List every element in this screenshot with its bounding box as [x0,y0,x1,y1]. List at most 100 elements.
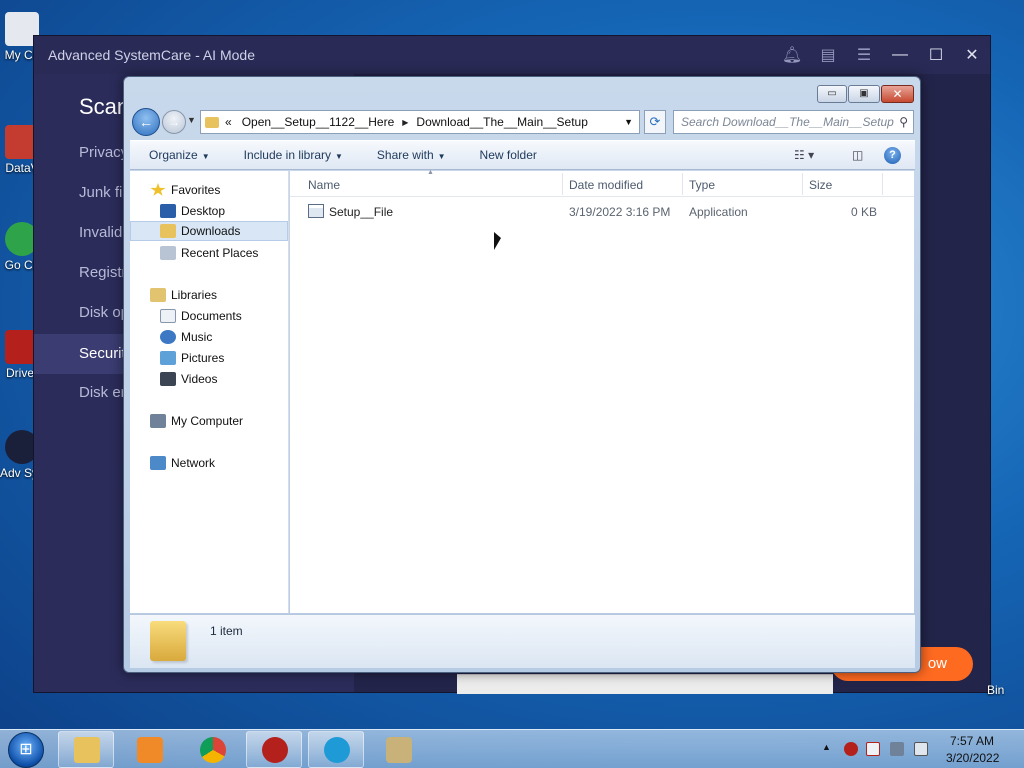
nav-desktop[interactable]: Desktop [130,201,288,221]
start-button[interactable]: ⊞ [8,732,44,768]
breadcrumb-item[interactable]: Download__The__Main__Setup [416,115,587,129]
nav-videos[interactable]: Videos [130,369,288,389]
asc-side-item-privacy[interactable]: Privacy [79,144,128,161]
history-dropdown-icon[interactable]: ▼ [187,115,196,125]
folder-icon [205,116,219,128]
bell-icon[interactable]: 🔔︎ [774,45,810,65]
column-divider[interactable] [562,173,563,195]
taskbar: ⊞ ▲ 7:57 AM 3/20/2022 [0,729,1024,768]
forward-button[interactable]: → [162,110,186,134]
column-divider[interactable] [682,173,683,195]
navigation-pane: Favorites Desktop Downloads Recent Place… [130,171,289,613]
volume-icon[interactable] [914,742,928,756]
nav-label: Favorites [171,183,221,197]
file-row[interactable]: Setup__File 3/19/2022 3:16 PM Applicatio… [290,201,914,223]
column-header-size[interactable]: Size [809,178,832,192]
nav-my-computer[interactable]: My Computer [130,411,288,431]
nav-libraries[interactable]: Libraries [130,285,288,305]
file-name: Setup__File [329,205,394,219]
network-icon[interactable] [890,742,904,756]
chevron-down-icon: ▼ [335,152,343,161]
clock-date[interactable]: 3/20/2022 [946,751,999,765]
new-folder-button[interactable]: New folder [461,148,552,162]
videos-icon [160,372,176,386]
refresh-button[interactable]: ⟳ [644,110,666,134]
clock-time[interactable]: 7:57 AM [950,734,994,748]
include-in-library-label: Include in library [243,148,331,162]
maximize-button[interactable]: ▣ [848,85,880,103]
column-header-name[interactable]: Name [308,178,340,192]
taskbar-media-player[interactable] [121,731,177,768]
nav-documents[interactable]: Documents [130,306,288,326]
column-header-date-modified[interactable]: Date modified [569,178,643,192]
nav-label: Music [181,330,213,344]
security-tray-icon[interactable] [844,742,858,756]
file-size: 0 KB [851,205,878,219]
minimize-button[interactable]: — [882,46,918,64]
menu-icon[interactable]: ☰ [846,45,882,65]
chevron-down-icon[interactable]: ▼ [624,117,633,127]
mouse-cursor [494,232,501,250]
pictures-icon [160,351,176,365]
maximize-button[interactable]: ☐ [918,45,954,65]
asc-side-item-disk-optimize[interactable]: Disk op [79,304,129,321]
navigation-row: ← → ▼ « Open__Setup__1122__Here ▶ Downlo… [132,107,914,137]
command-toolbar: Organize ▼ Include in library ▼ Share with… [130,140,915,170]
nav-label: Downloads [181,224,241,238]
taskbar-explorer[interactable] [58,731,114,768]
nav-downloads[interactable]: Downloads [130,221,288,241]
desktop-icon [160,204,176,218]
address-bar[interactable]: « Open__Setup__1122__Here ▶ Download__Th… [200,110,640,134]
computer-icon [150,414,166,428]
column-divider[interactable] [882,173,883,195]
asc-bottom-strip [457,674,833,694]
show-hidden-icons-icon[interactable]: ▲ [822,742,836,756]
libraries-icon [150,288,166,302]
include-in-library-menu[interactable]: Include in library ▼ [225,148,358,162]
column-header-type[interactable]: Type [689,178,715,192]
close-button[interactable]: ✕ [954,45,990,65]
column-divider[interactable] [802,173,803,195]
star-icon [150,183,166,196]
details-pane: 1 item [130,614,915,668]
help-icon[interactable]: ? [884,147,901,164]
share-with-menu[interactable]: Share with ▼ [358,148,461,162]
file-date-modified: 3/19/2022 3:16 PM [569,205,671,219]
organize-label: Organize [149,148,198,162]
taskbar-lock-app[interactable] [370,731,426,768]
nav-recent-places[interactable]: Recent Places [130,243,288,263]
nav-label: My Computer [171,414,244,428]
close-button[interactable]: ✕ [881,85,914,103]
view-options-icon[interactable]: ☷ ▾ [794,148,814,162]
search-icon[interactable]: ⚲ [899,111,908,133]
downloads-folder-icon [160,224,176,238]
taskbar-advanced-systemcare[interactable] [308,731,364,768]
chevron-down-icon: ▼ [201,152,210,161]
minimize-button[interactable]: ▭ [817,85,847,103]
organize-menu[interactable]: Organize ▼ [130,148,225,162]
nav-pictures[interactable]: Pictures [130,348,288,368]
nav-music[interactable]: Music [130,327,288,347]
file-list: ▲ Name Date modified Type Size Setup__Fi… [290,169,914,613]
network-icon [150,456,166,470]
nav-favorites[interactable]: Favorites [130,180,288,200]
toolbox-icon[interactable]: ▤ [810,45,846,65]
nav-label: Network [171,456,216,470]
security-app-icon [262,737,288,763]
asc-window-title: Advanced SystemCare - AI Mode [48,47,255,63]
action-center-icon[interactable] [866,742,880,756]
breadcrumb-chevron-icon[interactable]: ▶ [402,118,408,127]
application-icon [308,204,324,218]
search-input[interactable]: Search Download__The__Main__Setup ⚲ [673,110,914,134]
nav-label: Desktop [181,204,226,218]
back-button[interactable]: ← [132,108,160,136]
taskbar-chrome[interactable] [184,731,240,768]
folder-icon [150,621,186,661]
nav-label: Pictures [181,351,225,365]
taskbar-security-app[interactable] [246,731,302,768]
breadcrumb-item[interactable]: Open__Setup__1122__Here [242,115,395,129]
breadcrumb-prefix[interactable]: « [225,115,232,129]
preview-pane-icon[interactable]: ◫ [852,148,863,162]
asc-side-item-invalid[interactable]: Invalid [79,224,122,241]
nav-network[interactable]: Network [130,453,288,473]
